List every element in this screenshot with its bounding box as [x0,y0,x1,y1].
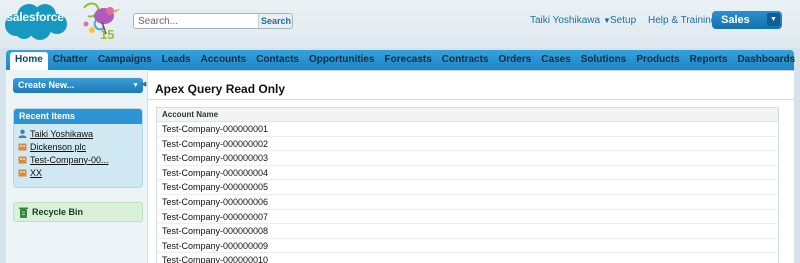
tab-cases[interactable]: Cases [536,50,575,70]
user-name: Taiki Yoshikawa [530,15,601,26]
main-content: Apex Query Read Only Account Name Test-C… [148,70,794,263]
recent-item[interactable]: Test-Company-00... [18,153,142,166]
table-row: Test-Company-000000009 [157,239,778,254]
table-row: Test-Company-000000002 [157,137,778,152]
tab-dashboards[interactable]: Dashboards [732,50,800,70]
tab-contacts[interactable]: Contacts [251,50,304,70]
recent-items-panel: Recent Items Taiki Yoshikawa Dickenson p… [13,108,143,188]
user-icon [18,129,27,138]
table-row: Test-Company-000000006 [157,195,778,210]
search-box: Search [133,13,293,29]
tab-bar: Home Chatter Campaigns Leads Accounts Co… [6,50,795,70]
table-row: Test-Company-000000008 [157,224,778,239]
setup-link[interactable]: Setup [610,15,636,26]
tab-orders[interactable]: Orders [493,50,536,70]
accounts-table: Account Name Test-Company-000000001 Test… [156,107,779,263]
chevron-down-icon: ▼ [767,13,780,26]
recent-item-label[interactable]: Taiki Yoshikawa [30,129,93,139]
column-header-account-name[interactable]: Account Name [157,108,778,122]
tab-solutions[interactable]: Solutions [576,50,632,70]
table-row: Test-Company-000000007 [157,210,778,225]
account-icon [18,156,27,164]
divider [148,99,794,100]
recycle-bin[interactable]: Recycle Bin [13,202,143,222]
tab-campaigns[interactable]: Campaigns [93,50,157,70]
table-row: Test-Company-000000003 [157,151,778,166]
recent-item-label[interactable]: XX [30,168,42,178]
recycle-bin-label[interactable]: Recycle Bin [32,207,83,217]
table-row: Test-Company-000000010 [157,253,778,263]
recycle-bin-icon [19,207,28,218]
page-title: Apex Query Read Only [155,82,286,96]
table-row: Test-Company-000000004 [157,166,778,181]
account-icon [18,169,27,177]
account-icon [18,143,27,151]
recent-items-list: Taiki Yoshikawa Dickenson plc Test-Compa… [18,127,142,179]
tab-contracts[interactable]: Contracts [437,50,494,70]
recent-item-label[interactable]: Test-Company-00... [30,155,109,165]
app-switcher[interactable]: Sales ▼ [712,11,782,29]
tab-products[interactable]: Products [631,50,684,70]
global-header: salesforce 15 Search Taiki Yoshikawa▼ Se… [0,0,800,48]
logo-text: salesforce [6,10,64,24]
tab-chatter[interactable]: Chatter [48,50,93,70]
recent-item[interactable]: XX [18,166,142,179]
tab-accounts[interactable]: Accounts [196,50,252,70]
create-new-button[interactable]: Create New... ▼ [13,78,143,93]
recent-item[interactable]: Dickenson plc [18,140,142,153]
tab-opportunities[interactable]: Opportunities [304,50,380,70]
recent-item-label[interactable]: Dickenson plc [30,142,86,152]
recent-item[interactable]: Taiki Yoshikawa [18,127,142,140]
search-input[interactable] [134,14,258,28]
anniversary-number: 15 [100,27,115,42]
app-switcher-label: Sales [721,14,750,26]
tab-leads[interactable]: Leads [157,50,196,70]
search-button[interactable]: Search [258,14,292,28]
help-training-link[interactable]: Help & Training [648,15,716,26]
tab-reports[interactable]: Reports [685,50,733,70]
tab-forecasts[interactable]: Forecasts [380,50,437,70]
user-menu[interactable]: Taiki Yoshikawa ▼ [530,15,611,26]
tab-home[interactable]: Home [10,52,48,70]
recent-items-title: Recent Items [14,109,142,124]
sidebar: Create New... ▼ Recent Items Taiki Yoshi… [6,70,147,263]
create-new-label: Create New... [18,80,75,90]
collapse-sidebar-icon[interactable]: ◀ [141,79,147,91]
table-row: Test-Company-000000001 [157,122,778,137]
table-row: Test-Company-000000005 [157,180,778,195]
chevron-down-icon: ▼ [132,82,139,89]
